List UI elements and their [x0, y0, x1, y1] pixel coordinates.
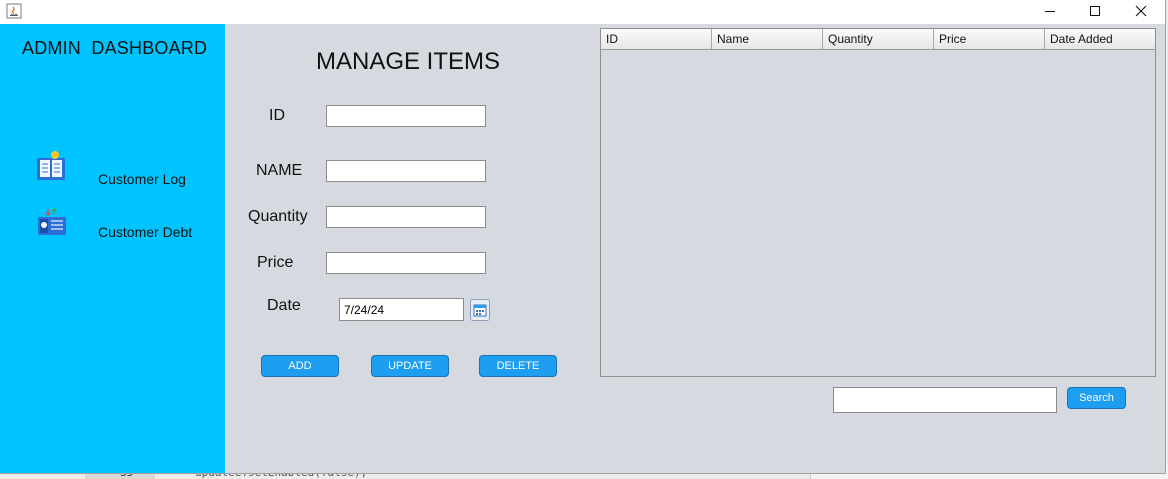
- quantity-field[interactable]: [326, 206, 486, 228]
- column-header-id[interactable]: ID: [601, 29, 712, 49]
- maximize-icon: [1090, 6, 1100, 16]
- calendar-icon: [473, 304, 487, 317]
- table-header: ID Name Quantity Price Date Added: [601, 29, 1155, 50]
- add-button[interactable]: ADD: [261, 355, 339, 377]
- sidebar-item-label: Customer Debt: [98, 224, 193, 240]
- id-field[interactable]: [326, 105, 486, 127]
- title-bar: [0, 0, 1165, 24]
- calendar-button[interactable]: [470, 299, 490, 321]
- column-header-name[interactable]: Name: [712, 29, 823, 49]
- date-field[interactable]: [339, 298, 464, 321]
- update-button[interactable]: UPDATE: [371, 355, 449, 377]
- column-header-date-added[interactable]: Date Added: [1045, 29, 1155, 49]
- name-label: NAME: [256, 162, 303, 179]
- column-header-price[interactable]: Price: [934, 29, 1045, 49]
- minimize-icon: [1045, 11, 1055, 12]
- maximize-button[interactable]: [1072, 0, 1118, 22]
- java-app-icon: [6, 3, 22, 19]
- page-title: MANAGE ITEMS: [316, 48, 501, 75]
- close-icon: [1135, 5, 1147, 17]
- app-window: ADMIN DASHBOARD Customer Log Customer De…: [0, 0, 1166, 474]
- price-label: Price: [257, 254, 294, 271]
- search-button[interactable]: Search: [1067, 387, 1126, 409]
- date-label: Date: [267, 297, 301, 314]
- sidebar-item-label: Customer Log: [98, 171, 186, 187]
- close-button[interactable]: [1118, 0, 1164, 22]
- items-table[interactable]: ID Name Quantity Price Date Added: [600, 28, 1156, 377]
- dashboard-title: ADMIN DASHBOARD: [22, 38, 208, 58]
- sidebar-item-customer-log[interactable]: Customer Log: [30, 150, 210, 187]
- search-input[interactable]: [833, 387, 1057, 413]
- minimize-button[interactable]: [1027, 0, 1073, 22]
- delete-button[interactable]: DELETE: [479, 355, 557, 377]
- sidebar: ADMIN DASHBOARD Customer Log Customer De…: [0, 24, 225, 473]
- name-field[interactable]: [326, 160, 486, 182]
- price-field[interactable]: [326, 252, 486, 274]
- customer-log-icon: [34, 150, 68, 184]
- sidebar-item-customer-debt[interactable]: Customer Debt: [30, 206, 210, 242]
- column-header-quantity[interactable]: Quantity: [823, 29, 934, 49]
- id-label: ID: [269, 107, 285, 124]
- customer-debt-icon: [34, 206, 68, 240]
- quantity-label: Quantity: [248, 208, 308, 225]
